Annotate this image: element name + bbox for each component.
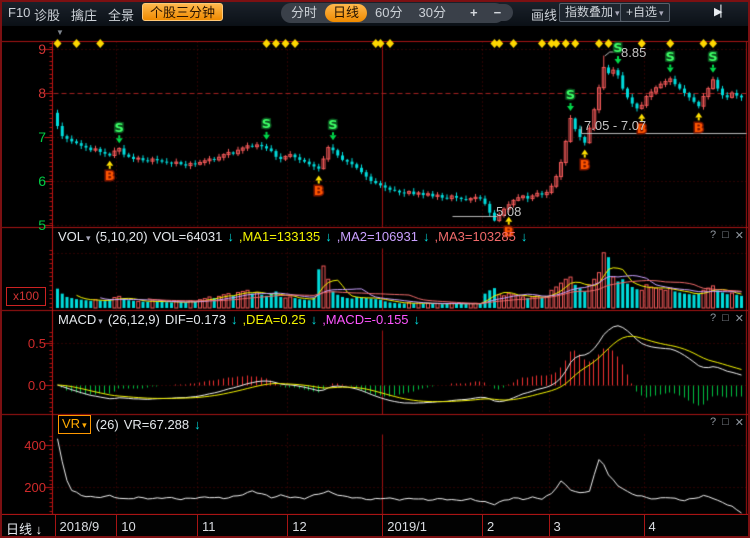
maximize-icon[interactable]: □ (722, 312, 729, 325)
range-price-annotation: 7.05 - 7.07 (584, 118, 646, 133)
stock-chart-window: F10 诊股 擒庄 全景 个股三分钟 分时 日线 60分 30分 周线▾ + −… (0, 0, 750, 538)
date-separator (197, 515, 198, 538)
main-indicator-caret[interactable]: ▼ (56, 28, 64, 37)
help-icon[interactable]: ? (710, 229, 716, 242)
date-separator (482, 515, 483, 538)
help-icon[interactable]: ? (710, 416, 716, 429)
stock-3min-button[interactable]: 个股三分钟 (142, 3, 223, 21)
dea-value: ,DEA=0.25 (242, 312, 305, 327)
down-arrow-icon: ↓ (311, 312, 318, 327)
price-axis-label: 6 (6, 173, 46, 189)
index-overlay-dropdown[interactable]: 指数叠加▾ (559, 3, 626, 22)
date-label: 10 (121, 519, 135, 534)
tab-realtime[interactable]: 分时 (283, 4, 325, 22)
top-toolbar: F10 诊股 擒庄 全景 个股三分钟 分时 日线 60分 30分 周线▾ + −… (0, 0, 750, 26)
close-icon[interactable]: ✕ (735, 229, 744, 242)
date-axis-bar: 日线 ↓ 2018/9 10 11 12 2019/1 2 3 4 (0, 514, 750, 538)
vol-value: VOL=64031 (153, 229, 223, 244)
date-separator (55, 515, 56, 538)
add-watchlist-dropdown[interactable]: +自选▾ (620, 3, 670, 22)
date-label: 12 (292, 519, 306, 534)
chevron-down-icon: ▾ (82, 420, 87, 430)
date-label: 2 (487, 519, 494, 534)
date-separator (287, 515, 288, 538)
overview-button[interactable]: 全景 (108, 5, 134, 24)
low-price-annotation: 5.08 (496, 204, 521, 219)
price-axis-label: 8 (6, 85, 46, 101)
vr-indicator-dropdown[interactable]: VR▾ (58, 415, 91, 434)
collapse-panel-icon[interactable]: ▶▏ (714, 5, 727, 18)
draw-line-button[interactable]: 画线 (531, 5, 557, 24)
down-arrow-icon: ↓ (414, 312, 421, 327)
chevron-down-icon: ▾ (98, 316, 103, 326)
macd-pane-header: MACD▾ (26,12,9) DIF=0.173 ↓ ,DEA=0.25 ↓ … (58, 312, 420, 327)
vol-ma3-value: ,MA3=103285 (435, 229, 516, 244)
date-separator (644, 515, 645, 538)
vr-pane-icons: ? □ ✕ (710, 416, 744, 429)
macd-params: (26,12,9) (108, 312, 160, 327)
f10-button[interactable]: F10 (8, 5, 30, 20)
maximize-icon[interactable]: □ (722, 229, 729, 242)
tab-daily[interactable]: 日线 (325, 4, 367, 22)
vol-params: (5,10,20) (96, 229, 148, 244)
date-label: 2019/1 (387, 519, 427, 534)
down-arrow-icon: ↓ (521, 229, 528, 244)
price-axis-label: 9 (6, 41, 46, 57)
chevron-down-icon: ▾ (659, 8, 664, 18)
zoom-in-button[interactable]: + (470, 4, 478, 21)
vol-ma1-value: ,MA1=133135 (239, 229, 320, 244)
dif-value: DIF=0.173 (165, 312, 226, 327)
close-icon[interactable]: ✕ (735, 312, 744, 325)
date-label: 4 (649, 519, 656, 534)
macd-value: ,MACD=-0.155 (322, 312, 408, 327)
chevron-down-icon: ▾ (615, 8, 620, 18)
vr-axis-label: 400 (6, 438, 46, 453)
vol-pane-header: VOL▾ (5,10,20) VOL=64031 ↓ ,MA1=133135 ↓… (58, 229, 527, 244)
down-arrow-icon: ↓ (231, 312, 238, 327)
down-arrow-icon: ↓ (227, 229, 234, 244)
macd-axis-label: 0.0 (6, 378, 46, 393)
date-label: 11 (202, 519, 216, 534)
maximize-icon[interactable]: □ (722, 416, 729, 429)
tab-30min[interactable]: 30分 (411, 4, 454, 22)
banker-button[interactable]: 擒庄 (71, 5, 97, 24)
volume-unit-label: x100 (6, 287, 46, 306)
vol-ma2-value: ,MA2=106931 (337, 229, 418, 244)
vr-params: (26) (96, 417, 119, 432)
date-separator (116, 515, 117, 538)
zoom-out-button[interactable]: − (494, 4, 502, 21)
vol-indicator-dropdown[interactable]: VOL▾ (58, 229, 91, 244)
zoom-controls: + − (458, 4, 513, 21)
close-icon[interactable]: ✕ (735, 416, 744, 429)
date-separator (382, 515, 383, 538)
price-axis-label: 7 (6, 129, 46, 145)
date-label: 2018/9 (60, 519, 100, 534)
help-icon[interactable]: ? (710, 312, 716, 325)
chart-canvas[interactable] (0, 26, 750, 515)
high-price-annotation: 8.85 (621, 45, 646, 60)
macd-pane-icons: ? □ ✕ (710, 312, 744, 325)
chevron-down-icon: ▾ (86, 233, 91, 243)
diagnose-button[interactable]: 诊股 (34, 5, 60, 24)
down-arrow-icon: ↓ (194, 417, 201, 432)
date-separator (549, 515, 550, 538)
tab-60min[interactable]: 60分 (367, 4, 410, 22)
macd-indicator-dropdown[interactable]: MACD▾ (58, 312, 103, 327)
vol-pane-icons: ? □ ✕ (710, 229, 744, 242)
vr-pane-header: VR▾ (26) VR=67.288 ↓ (58, 415, 201, 434)
period-indicator[interactable]: 日线 ↓ (6, 519, 42, 538)
down-arrow-icon: ↓ (325, 229, 332, 244)
down-arrow-icon: ↓ (36, 522, 43, 537)
date-label: 3 (554, 519, 561, 534)
macd-axis-label: 0.5 (6, 336, 46, 351)
down-arrow-icon: ↓ (423, 229, 430, 244)
vr-axis-label: 200 (6, 480, 46, 495)
vr-value: VR=67.288 (124, 417, 189, 432)
price-axis-label: 5 (6, 217, 46, 233)
